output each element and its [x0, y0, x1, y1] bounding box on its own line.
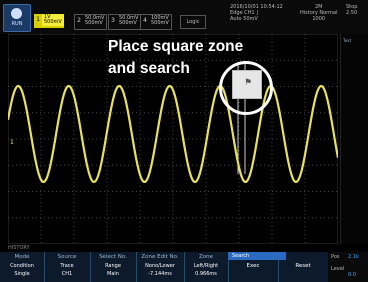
- softkey-range[interactable]: Select No. Range Main: [90, 252, 137, 282]
- acquisition-info: 2M History Normal 1000: [300, 4, 337, 22]
- softkey-label: Nono/Lower: [145, 263, 175, 269]
- softkey-label: Trace: [60, 263, 74, 269]
- softkey-condition[interactable]: Mode Condition Single: [0, 252, 45, 282]
- right-panel: Text: [340, 34, 368, 244]
- softkey-label: Reset: [295, 263, 311, 269]
- stop-value: 2.50: [346, 10, 358, 16]
- channel-div: 500mV: [119, 20, 137, 26]
- pos-label: Pos: [331, 254, 340, 260]
- run-stop-button[interactable]: RUN: [3, 4, 31, 32]
- softkey-value: Single: [14, 271, 30, 277]
- oscilloscope-screen: RUN 1 1V 500mV 2 50.0mV 500mV 3 50.0mV 500mV 4…: [0, 0, 368, 282]
- channel-2-indicator[interactable]: 2 50.0mV 500mV: [74, 14, 108, 30]
- callout-line-1: Place square zone: [108, 38, 244, 55]
- run-label: RUN: [11, 21, 23, 27]
- softkey-top-label: Mode: [14, 254, 30, 260]
- softkey-value: -7.144ms: [148, 271, 172, 277]
- channel-number: 3: [111, 17, 115, 24]
- trigger-info: 2016/10/01 10:54:12 Edge CH1 ∫ Auto 50mV: [230, 4, 283, 22]
- search-zone-square[interactable]: ⚑: [232, 70, 262, 99]
- channel-scale: 50.0mV 500mV: [117, 15, 140, 27]
- softkey-value: Main: [107, 271, 119, 277]
- position-level-panel: Pos 2.1k Level 0.0: [328, 252, 368, 282]
- softkey-label: Left/Right: [193, 263, 219, 269]
- channel-1-indicator[interactable]: 1 1V 500mV: [34, 14, 64, 28]
- softkey-top-label: Zone: [198, 254, 213, 260]
- softkey-label: Condition: [10, 263, 34, 269]
- softkey-label: Range: [105, 263, 121, 269]
- softkey-nono-lower[interactable]: Zone Edit No. Nono/Lower -7.144ms: [136, 252, 185, 282]
- level-label: Level: [331, 266, 345, 272]
- softkey-label: Exec: [246, 263, 260, 269]
- search-tab[interactable]: Search: [228, 252, 286, 260]
- stop-info: Stop 2.50: [346, 4, 357, 16]
- channel-number: 1: [36, 16, 40, 23]
- ch1-ground-marker: 1: [10, 139, 14, 146]
- channel-scale: 50.0mV 500mV: [83, 15, 106, 27]
- top-bar: RUN 1 1V 500mV 2 50.0mV 500mV 3 50.0mV 500mV 4…: [0, 0, 368, 34]
- channel-div: 500mV: [85, 20, 103, 26]
- flag-icon: ⚑: [244, 78, 253, 88]
- channel-4-indicator[interactable]: 4 100mV 500mV: [140, 14, 172, 30]
- acq-mode-value: 1000: [312, 16, 326, 22]
- channel-number: 4: [143, 17, 147, 24]
- softkey-left-right[interactable]: Zone Left/Right 0.966ms: [184, 252, 229, 282]
- history-label: HISTORY: [8, 245, 30, 251]
- channel-scale: 100mV 500mV: [149, 15, 171, 27]
- trigger-auto: Auto 50mV: [230, 16, 258, 22]
- pos-value: 2.1k: [348, 254, 359, 260]
- callout-line-2: and search: [108, 60, 190, 77]
- softkey-top-label: Select No.: [99, 254, 127, 260]
- run-icon: [11, 8, 22, 19]
- channel-number: 2: [77, 17, 81, 24]
- softkey-value: CH1: [61, 271, 73, 277]
- logic-indicator[interactable]: Logic: [180, 15, 206, 29]
- softkey-trace[interactable]: Source Trace CH1: [44, 252, 91, 282]
- channel-div: 500mV: [44, 19, 62, 25]
- channel-scale: 1V 500mV: [42, 14, 64, 26]
- panel-label: Text: [343, 38, 352, 43]
- channel-3-indicator[interactable]: 3 50.0mV 500mV: [108, 14, 142, 30]
- channel-div: 500mV: [151, 20, 169, 26]
- level-value: 0.0: [348, 272, 356, 278]
- softkey-value: 0.966ms: [195, 271, 217, 277]
- softkey-top-label: Zone Edit No.: [141, 254, 179, 260]
- softkey-top-label: Source: [57, 254, 77, 260]
